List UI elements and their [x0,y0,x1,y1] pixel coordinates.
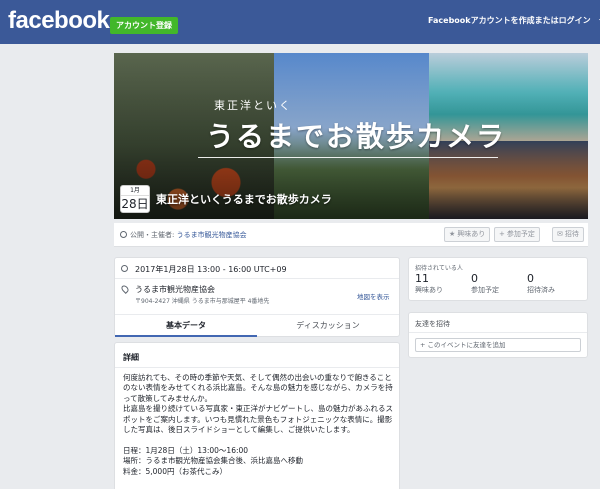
host-bar: 公開・主催者: うるま市観光物産協会 ★ 興味あり + 参加予定 ✉ 招待 [114,223,588,247]
interested-button[interactable]: ★ 興味あり [444,227,491,242]
host-prefix: 公開・主催者: [130,231,175,239]
invite-friend-input[interactable]: + このイベントに友達を追加 [415,338,581,352]
details-heading: 詳細 [123,353,139,362]
stat-interested[interactable]: 11 興味あり [415,272,443,295]
tab-basic-info[interactable]: 基本データ [115,315,257,337]
stat-label: 招待済み [527,286,555,294]
event-description: 何度訪れても、その時の季節や天気、そして偶然の出会いの重なりで飽きることのない表… [123,373,393,476]
stat-label: 参加予定 [471,286,499,294]
envelope-icon: ✉ [557,230,563,238]
stat-going[interactable]: 0 参加予定 [471,272,499,295]
cover-main-title: うるまでお散歩カメラ [206,120,507,153]
stat-label: 興味あり [415,286,443,294]
top-bar: facebook アカウント登録 Facebookアカウントを作成またはログイン [0,0,600,44]
invite-heading: 友達を招待 [415,320,450,328]
stat-count: 11 [415,272,429,285]
tab-discussion[interactable]: ディスカッション [257,315,399,337]
stats-heading: 招待されている人 [415,265,463,272]
facebook-logo[interactable]: facebook [8,8,110,34]
going-button[interactable]: + 参加予定 [494,227,540,242]
host-info: 公開・主催者: うるま市観光物産協会 [130,230,247,240]
invite-divider [409,332,587,333]
date-day: 28日 [121,197,149,211]
event-info-card: 2017年1月28日 13:00 - 16:00 UTC+09 うるま市観光物産… [114,257,400,337]
stat-count: 0 [471,272,478,285]
host-link[interactable]: うるま市観光物産協会 [177,231,247,239]
clock-icon [121,265,128,272]
guest-stats-card: 招待されている人 11 興味あり 0 参加予定 0 招待済み [408,257,588,301]
show-map-link[interactable]: 地図を表示 [357,291,390,301]
interested-label: 興味あり [457,230,486,238]
going-label: 参加予定 [506,230,535,238]
stat-count: 0 [527,272,534,285]
event-title: 東正洋といくうるまでお散歩カメラ [156,193,332,206]
event-time: 2017年1月28日 13:00 - 16:00 UTC+09 [135,265,287,274]
details-divider [115,367,399,368]
login-menu[interactable]: Facebookアカウントを作成またはログイン [428,15,600,27]
star-icon: ★ [449,230,456,238]
place-name[interactable]: うるま市観光物産協会 [135,284,215,295]
invite-friends-card: 友達を招待 + このイベントに友達を追加 [408,312,588,358]
map-pin-icon [120,284,130,294]
signup-button[interactable]: アカウント登録 [110,17,178,34]
event-cover-photo: 東正洋といく うるまでお散歩カメラ 1月 28日 東正洋といくうるまでお散歩カメ… [114,53,588,219]
row-divider [115,278,399,279]
plus-icon: + [499,230,505,238]
globe-icon [120,231,127,238]
event-date-badge: 1月 28日 [120,185,150,213]
place-address: 〒904-2427 沖縄県 うるま市与那城屋平 4番地先 [135,298,270,305]
invite-label: 招待 [564,230,579,238]
stat-invited[interactable]: 0 招待済み [527,272,555,295]
cover-subtitle: 東正洋といく [214,99,292,112]
cover-divider [198,157,498,158]
invite-button[interactable]: ✉ 招待 [552,227,584,242]
login-label: Facebookアカウントを作成またはログイン [428,16,591,25]
event-details-card: 詳細 何度訪れても、その時の季節や天気、そして偶然の出会いの重なりで飽きることの… [114,342,400,489]
date-month: 1月 [121,186,149,196]
